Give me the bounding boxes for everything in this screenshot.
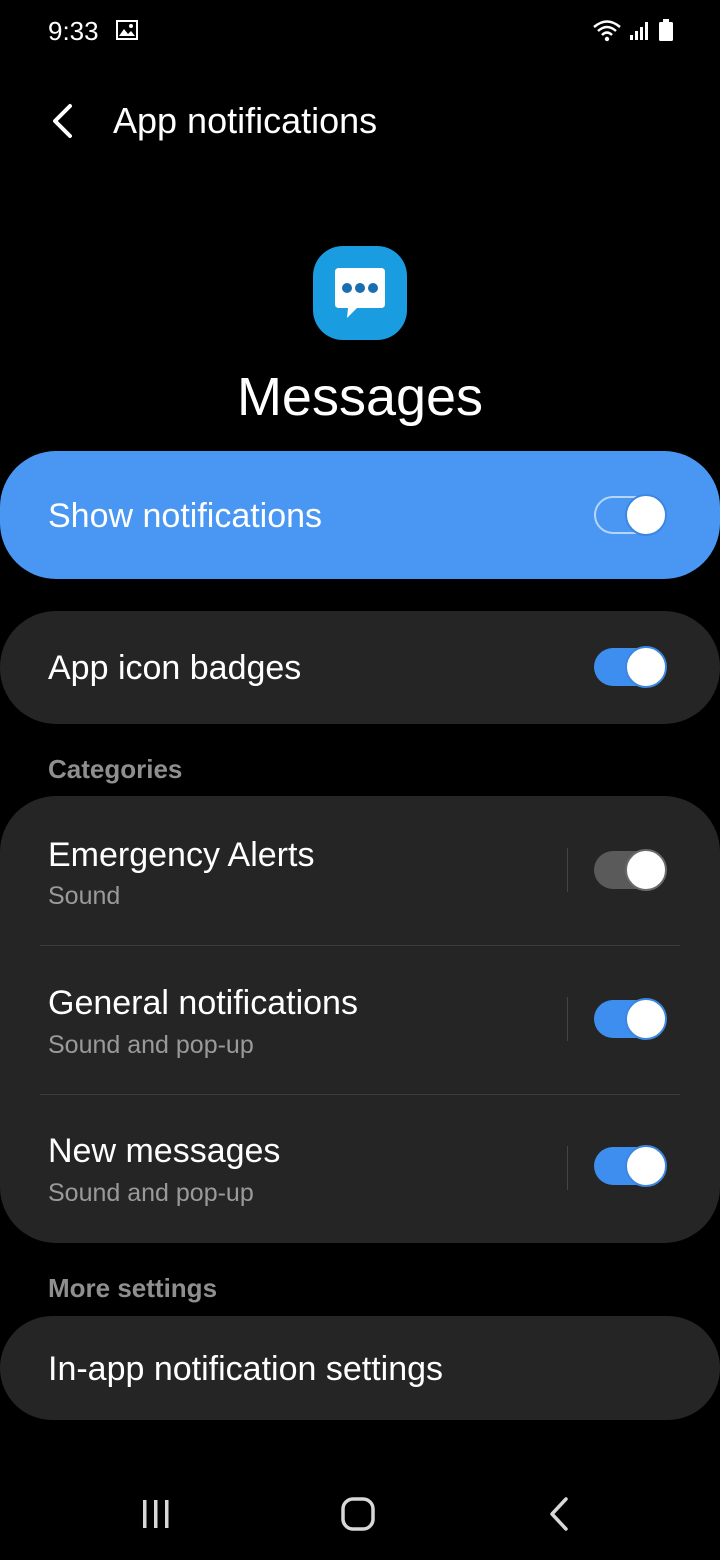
status-time: 9:33 xyxy=(48,16,99,46)
home-icon[interactable] xyxy=(336,1492,380,1536)
general-notifications-toggle[interactable] xyxy=(594,998,667,1040)
in-app-notification-settings-label: In-app notification settings xyxy=(48,1350,444,1388)
category-label: New messages xyxy=(48,1132,281,1170)
emergency-alerts-toggle[interactable] xyxy=(594,849,667,891)
app-icon-badges-label: App icon badges xyxy=(48,649,302,687)
messages-app-icon xyxy=(313,246,407,340)
status-bar: 9:33 xyxy=(0,0,720,64)
category-sub: Sound and pop-up xyxy=(48,1179,254,1207)
app-name: Messages xyxy=(236,367,484,427)
categories-card: Emergency Alerts Sound General notificat… xyxy=(0,796,720,1243)
app-icon-badges-row[interactable]: App icon badges xyxy=(0,611,720,724)
category-label: Emergency Alerts xyxy=(48,836,315,874)
top-app-bar: App notifications xyxy=(0,86,720,156)
chat-bubble-icon xyxy=(335,268,385,318)
wifi-icon xyxy=(593,20,621,42)
show-notifications-toggle[interactable] xyxy=(594,494,667,536)
divider xyxy=(567,1146,568,1190)
gallery-icon xyxy=(116,20,138,40)
divider xyxy=(567,997,568,1041)
categories-section-label: Categories xyxy=(48,754,183,784)
new-messages-toggle[interactable] xyxy=(594,1145,667,1187)
recents-icon[interactable] xyxy=(134,1492,178,1536)
in-app-notification-settings-row[interactable]: In-app notification settings xyxy=(0,1316,720,1420)
show-notifications-row[interactable]: Show notifications xyxy=(0,451,720,579)
divider xyxy=(567,848,568,892)
category-sub: Sound and pop-up xyxy=(48,1031,254,1059)
navigation-bar xyxy=(0,1470,720,1560)
signal-icon xyxy=(630,22,648,40)
page-title: App notifications xyxy=(113,100,378,141)
app-icon-badges-toggle[interactable] xyxy=(594,646,667,688)
category-row-general-notifications[interactable]: General notifications Sound and pop-up xyxy=(0,945,720,1094)
category-sub: Sound xyxy=(48,882,121,910)
category-row-emergency-alerts[interactable]: Emergency Alerts Sound xyxy=(0,796,720,945)
battery-icon xyxy=(659,19,673,41)
category-row-new-messages[interactable]: New messages Sound and pop-up xyxy=(0,1094,720,1243)
more-settings-section-label: More settings xyxy=(48,1273,218,1303)
back-icon[interactable] xyxy=(538,1492,582,1536)
show-notifications-label: Show notifications xyxy=(48,497,323,535)
category-label: General notifications xyxy=(48,984,358,1022)
chevron-left-icon[interactable] xyxy=(40,98,86,144)
